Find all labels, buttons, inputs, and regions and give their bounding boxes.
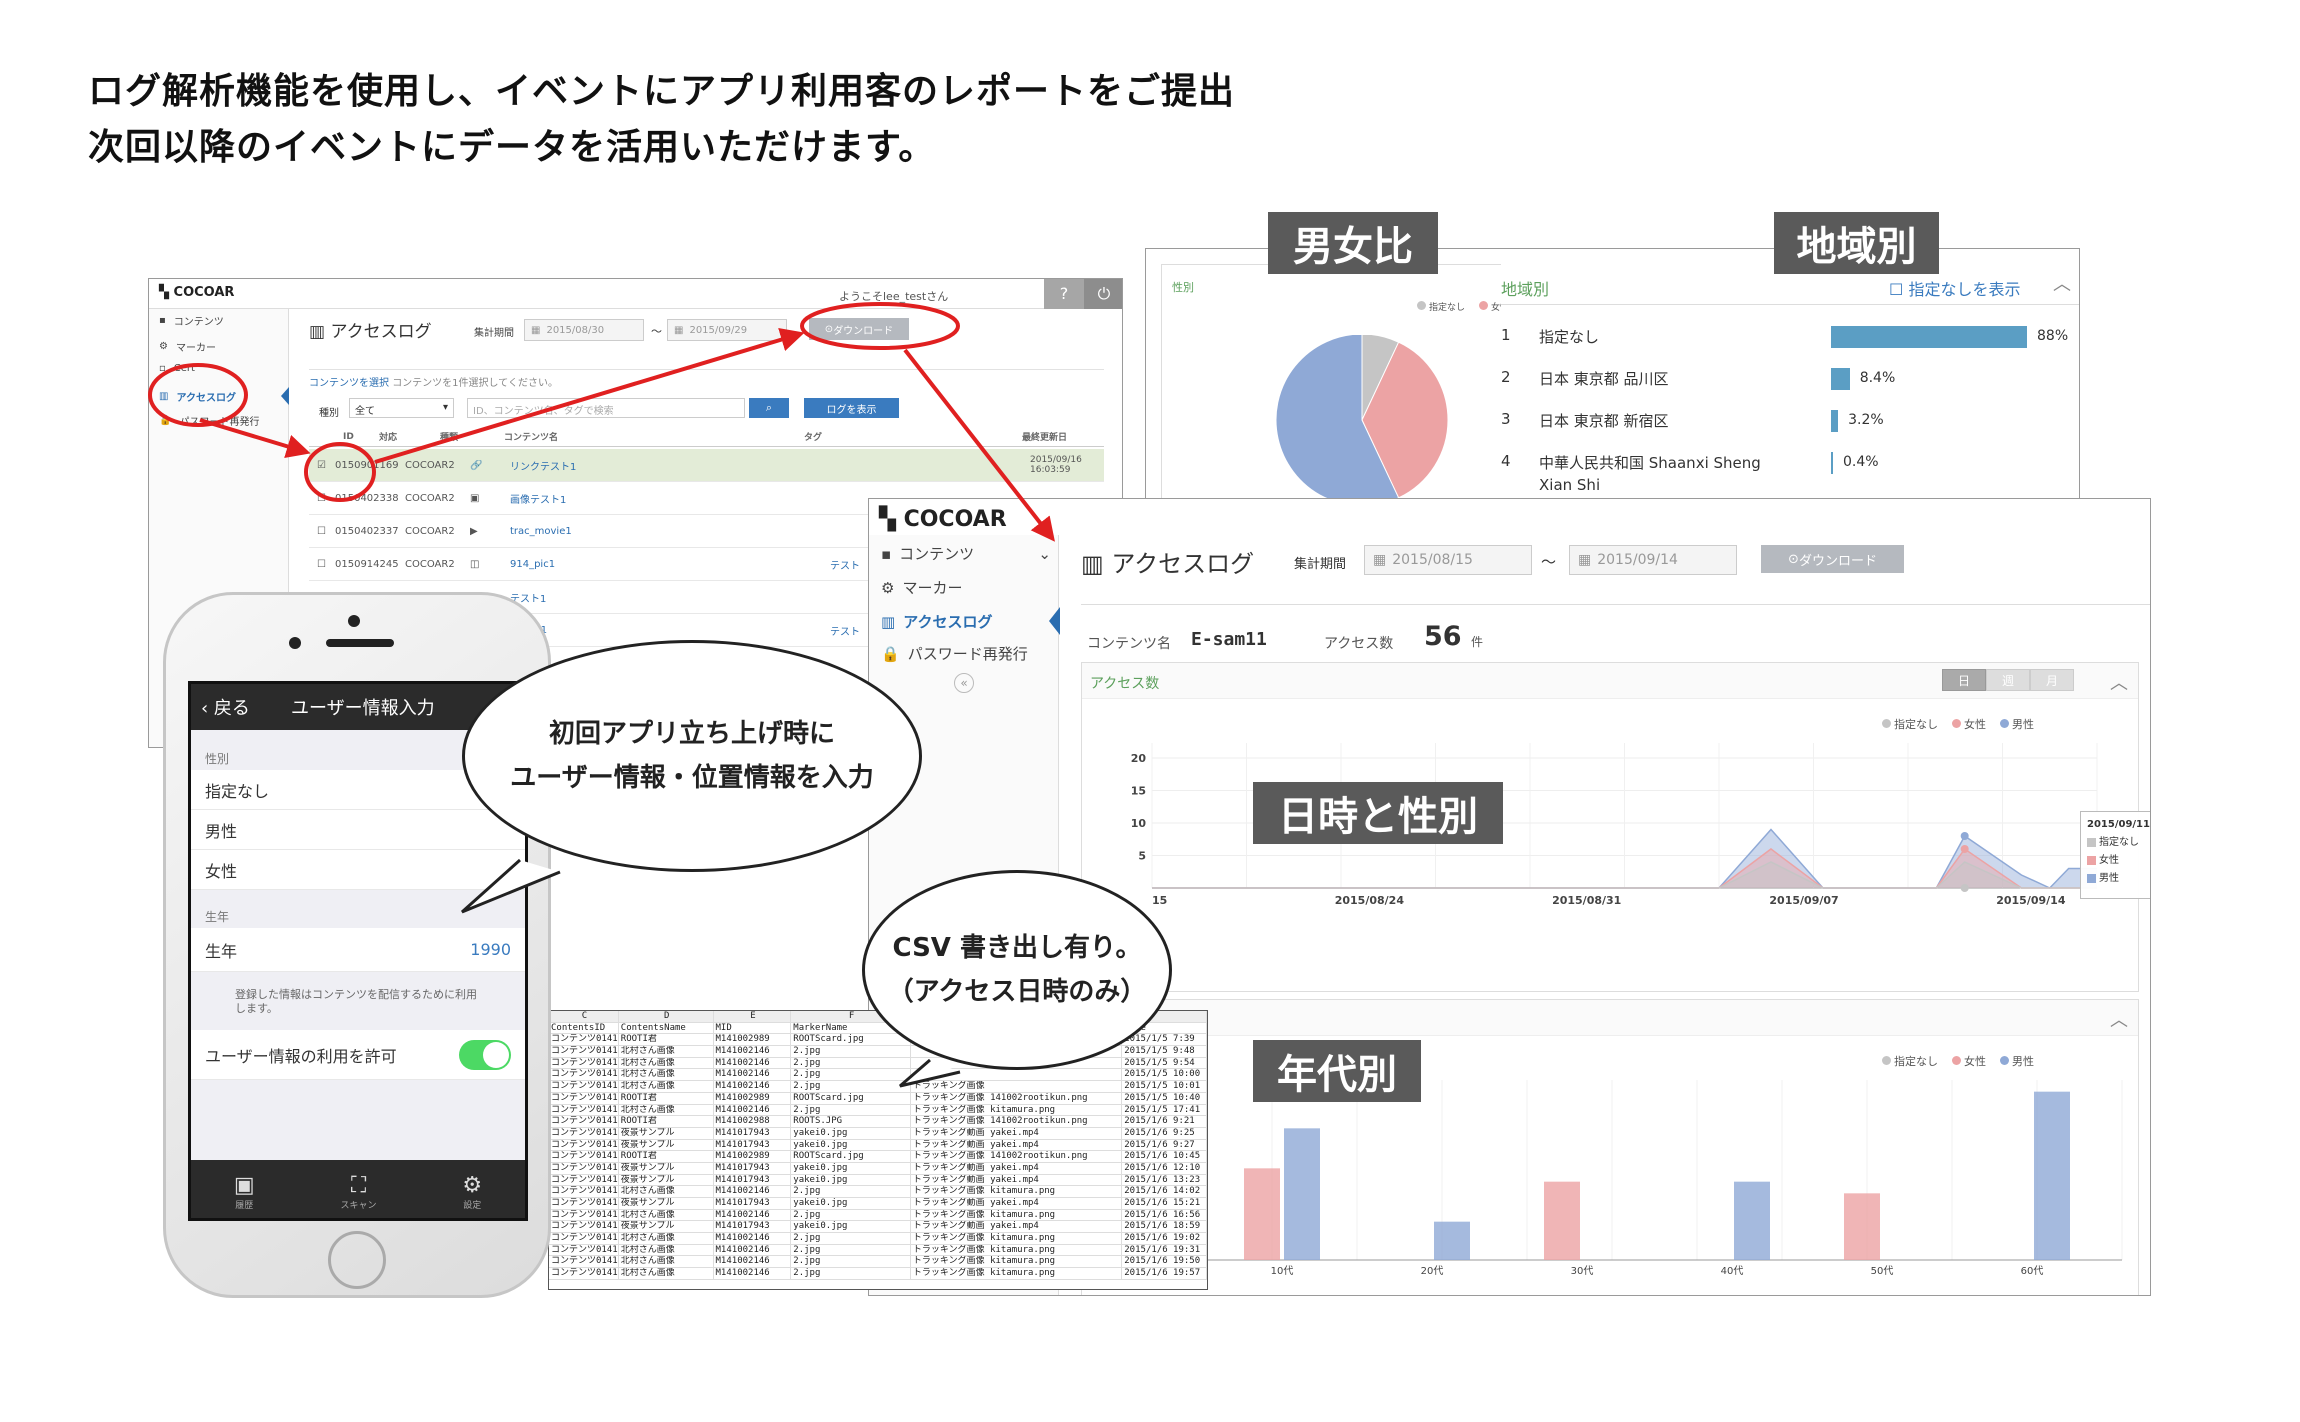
speech-bubble-user-info: 初回アプリ立ち上げ時に ユーザー情報・位置情報を入力 [462, 640, 922, 872]
bubble-tails [460, 858, 961, 1088]
speech-bubble-csv: CSV 書き出し有り。 （アクセス日時のみ） [862, 870, 1172, 1070]
